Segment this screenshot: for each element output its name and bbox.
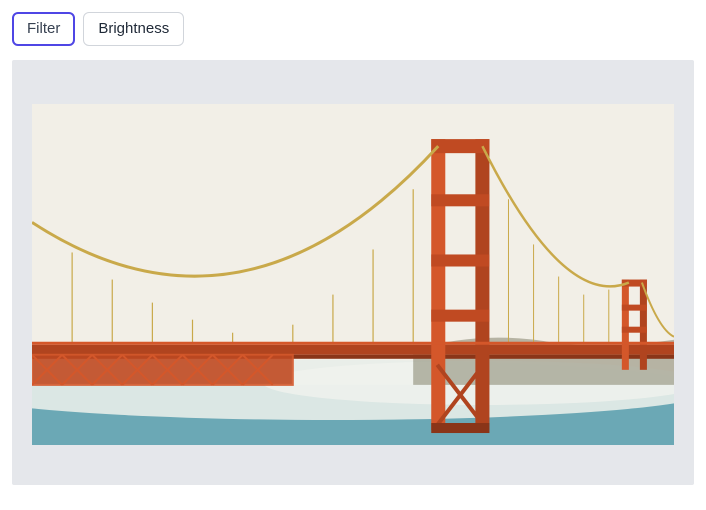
tab-brightness[interactable]: Brightness (83, 12, 184, 46)
bridge-image (32, 104, 674, 445)
content-panel (12, 60, 694, 485)
image-preview (32, 104, 674, 445)
tab-filter[interactable]: Filter (12, 12, 75, 46)
tab-list: Filter Brightness (12, 12, 694, 46)
